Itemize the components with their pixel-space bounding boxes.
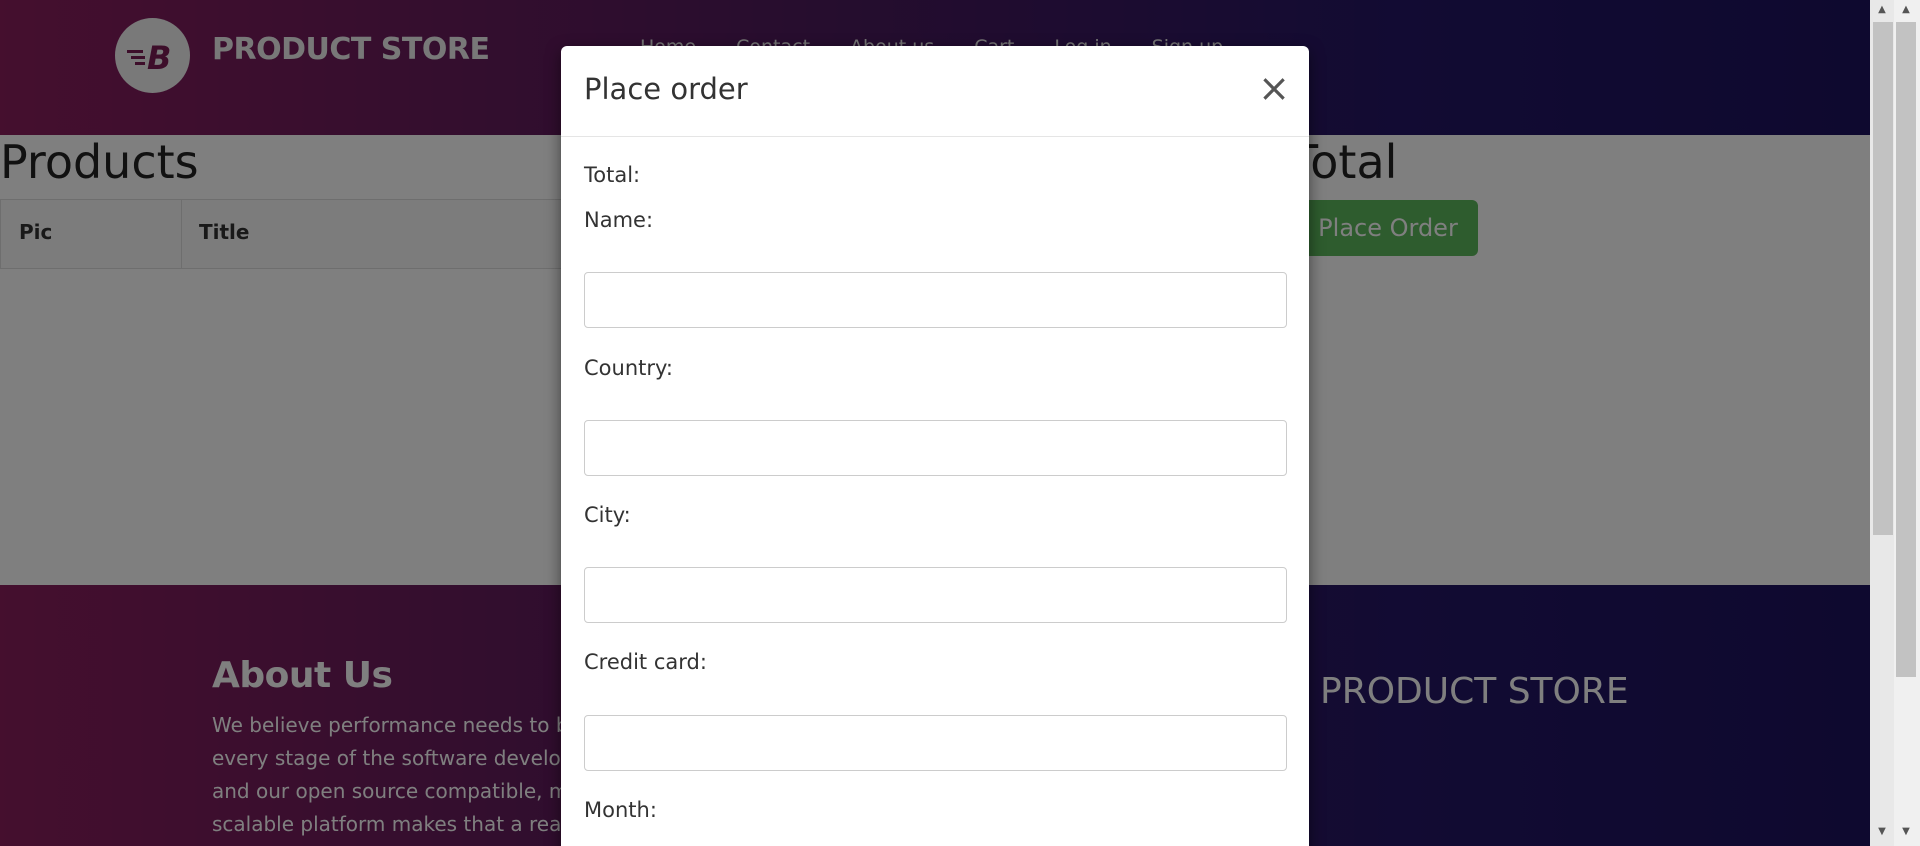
close-icon[interactable]: × xyxy=(1254,66,1294,110)
scrollbar[interactable]: ▲ ▼ ▲ ▼ xyxy=(1870,0,1920,846)
page-scroll-up-arrow-icon[interactable]: ▲ xyxy=(1896,4,1916,15)
scroll-down-arrow-icon[interactable]: ▼ xyxy=(1872,826,1892,837)
credit-card-label: Credit card: xyxy=(584,650,707,674)
credit-card-input[interactable] xyxy=(584,715,1287,771)
name-label: Name: xyxy=(584,208,654,232)
city-label: City: xyxy=(584,503,631,527)
page-scroll-down-arrow-icon[interactable]: ▼ xyxy=(1896,826,1916,837)
country-input[interactable] xyxy=(584,420,1287,476)
total-label: Total: xyxy=(584,163,641,187)
page-scrollbar-thumb[interactable] xyxy=(1896,22,1916,677)
country-label: Country: xyxy=(584,356,673,380)
scroll-up-arrow-icon[interactable]: ▲ xyxy=(1872,4,1892,15)
month-label: Month: xyxy=(584,798,657,822)
scrollbar-thumb[interactable] xyxy=(1873,22,1893,535)
name-input[interactable] xyxy=(584,272,1287,328)
modal-title: Place order xyxy=(584,72,748,106)
page: B PRODUCT STORE Home Contact About us Ca… xyxy=(0,0,1870,846)
modal-header: Place order × xyxy=(561,46,1309,137)
place-order-modal: Place order × Total: Name: Country: City… xyxy=(561,46,1309,846)
city-input[interactable] xyxy=(584,567,1287,623)
